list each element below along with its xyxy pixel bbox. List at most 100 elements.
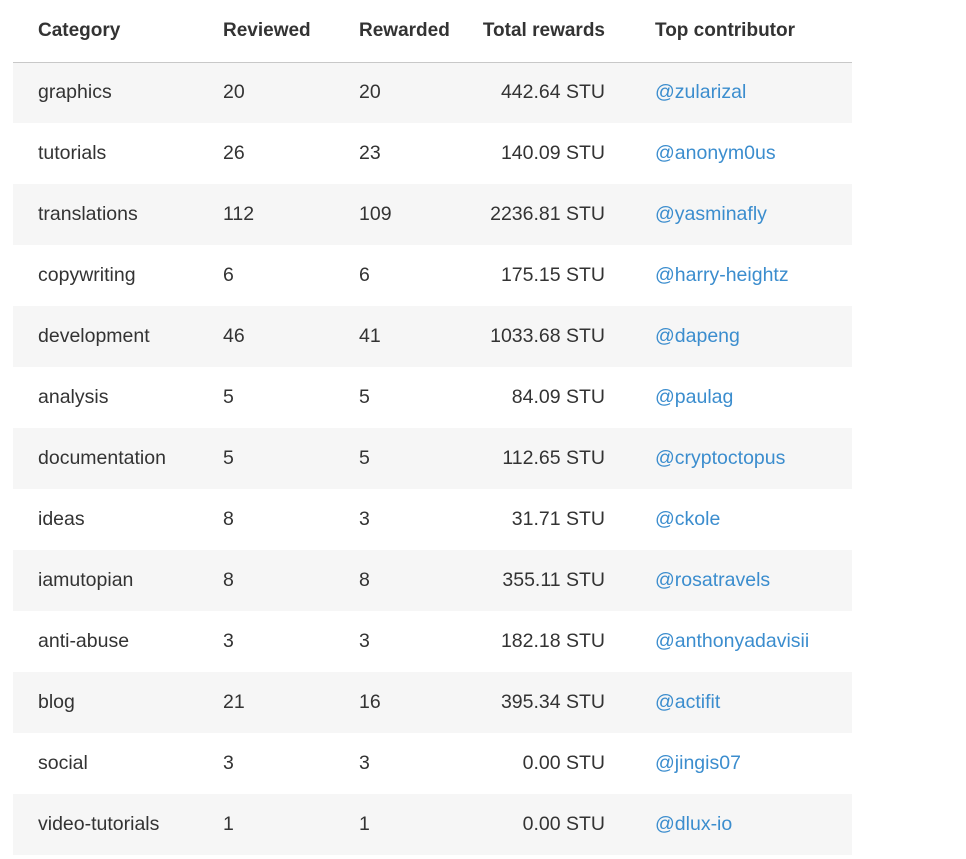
cell-category: video-tutorials — [13, 794, 198, 855]
cell-category: graphics — [13, 62, 198, 123]
cell-rewarded: 1 — [334, 794, 452, 855]
cell-category: development — [13, 306, 198, 367]
table-body: graphics 20 20 442.64 STU @zularizal tutorial… — [13, 62, 852, 855]
contributor-link[interactable]: @yasminafly — [655, 203, 767, 225]
header-reviewed: Reviewed — [198, 0, 334, 63]
cell-top-contributor: @paulag — [625, 367, 852, 428]
table-row: video-tutorials 1 1 0.00 STU @dlux-io — [13, 794, 852, 855]
cell-rewarded: 3 — [334, 733, 452, 794]
cell-rewarded: 5 — [334, 428, 452, 489]
cell-category: iamutopian — [13, 550, 198, 611]
cell-category: ideas — [13, 489, 198, 550]
cell-total-rewards: 355.11 STU — [452, 550, 625, 611]
table-row: blog 21 16 395.34 STU @actifit — [13, 672, 852, 733]
cell-top-contributor: @jingis07 — [625, 733, 852, 794]
table-row: documentation 5 5 112.65 STU @cryptoctopus — [13, 428, 852, 489]
cell-total-rewards: 84.09 STU — [452, 367, 625, 428]
cell-rewarded: 5 — [334, 367, 452, 428]
cell-category: blog — [13, 672, 198, 733]
contributor-link[interactable]: @anthonyadavisii — [655, 630, 809, 652]
cell-rewarded: 23 — [334, 123, 452, 184]
cell-reviewed: 8 — [198, 489, 334, 550]
cell-rewarded: 20 — [334, 62, 452, 123]
cell-category: copywriting — [13, 245, 198, 306]
cell-rewarded: 3 — [334, 611, 452, 672]
cell-top-contributor: @anonym0us — [625, 123, 852, 184]
cell-rewarded: 8 — [334, 550, 452, 611]
contributor-link[interactable]: @jingis07 — [655, 752, 741, 774]
cell-total-rewards: 140.09 STU — [452, 123, 625, 184]
header-total-rewards: Total rewards — [452, 0, 625, 63]
cell-top-contributor: @yasminafly — [625, 184, 852, 245]
table-row: social 3 3 0.00 STU @jingis07 — [13, 733, 852, 794]
contributor-link[interactable]: @actifit — [655, 691, 720, 713]
cell-total-rewards: 1033.68 STU — [452, 306, 625, 367]
cell-rewarded: 41 — [334, 306, 452, 367]
cell-reviewed: 3 — [198, 611, 334, 672]
cell-reviewed: 21 — [198, 672, 334, 733]
cell-top-contributor: @harry-heightz — [625, 245, 852, 306]
contributor-link[interactable]: @cryptoctopus — [655, 447, 785, 469]
header-rewarded: Rewarded — [334, 0, 452, 63]
contributor-link[interactable]: @ckole — [655, 508, 720, 530]
cell-reviewed: 6 — [198, 245, 334, 306]
cell-reviewed: 46 — [198, 306, 334, 367]
table-row: translations 112 109 2236.81 STU @yasminafly — [13, 184, 852, 245]
cell-category: analysis — [13, 367, 198, 428]
table-row: tutorials 26 23 140.09 STU @anonym0us — [13, 123, 852, 184]
category-stats-table: Category Reviewed Rewarded Total rewards… — [13, 0, 852, 855]
table-row: ideas 8 3 31.71 STU @ckole — [13, 489, 852, 550]
table-row: development 46 41 1033.68 STU @dapeng — [13, 306, 852, 367]
contributor-link[interactable]: @dapeng — [655, 325, 740, 347]
table-row: analysis 5 5 84.09 STU @paulag — [13, 367, 852, 428]
cell-total-rewards: 395.34 STU — [452, 672, 625, 733]
table-row: anti-abuse 3 3 182.18 STU @anthonyadavisii — [13, 611, 852, 672]
cell-rewarded: 109 — [334, 184, 452, 245]
cell-total-rewards: 2236.81 STU — [452, 184, 625, 245]
cell-reviewed: 5 — [198, 428, 334, 489]
contributor-link[interactable]: @zularizal — [655, 81, 746, 103]
contributor-link[interactable]: @rosatravels — [655, 569, 770, 591]
cell-rewarded: 16 — [334, 672, 452, 733]
cell-reviewed: 3 — [198, 733, 334, 794]
contributor-link[interactable]: @paulag — [655, 386, 733, 408]
cell-top-contributor: @dapeng — [625, 306, 852, 367]
cell-total-rewards: 182.18 STU — [452, 611, 625, 672]
header-top-contributor: Top contributor — [625, 0, 852, 63]
cell-top-contributor: @zularizal — [625, 62, 852, 123]
header-row: Category Reviewed Rewarded Total rewards… — [13, 0, 852, 63]
cell-reviewed: 1 — [198, 794, 334, 855]
cell-total-rewards: 112.65 STU — [452, 428, 625, 489]
cell-reviewed: 26 — [198, 123, 334, 184]
contributor-link[interactable]: @harry-heightz — [655, 264, 789, 286]
cell-category: translations — [13, 184, 198, 245]
cell-total-rewards: 442.64 STU — [452, 62, 625, 123]
cell-category: tutorials — [13, 123, 198, 184]
cell-top-contributor: @dlux-io — [625, 794, 852, 855]
cell-top-contributor: @actifit — [625, 672, 852, 733]
cell-category: documentation — [13, 428, 198, 489]
table-row: iamutopian 8 8 355.11 STU @rosatravels — [13, 550, 852, 611]
cell-top-contributor: @anthonyadavisii — [625, 611, 852, 672]
table-row: graphics 20 20 442.64 STU @zularizal — [13, 62, 852, 123]
cell-top-contributor: @cryptoctopus — [625, 428, 852, 489]
cell-total-rewards: 175.15 STU — [452, 245, 625, 306]
cell-total-rewards: 0.00 STU — [452, 794, 625, 855]
cell-top-contributor: @ckole — [625, 489, 852, 550]
cell-category: social — [13, 733, 198, 794]
cell-reviewed: 112 — [198, 184, 334, 245]
cell-rewarded: 3 — [334, 489, 452, 550]
contributor-link[interactable]: @dlux-io — [655, 813, 732, 835]
cell-reviewed: 5 — [198, 367, 334, 428]
cell-total-rewards: 0.00 STU — [452, 733, 625, 794]
category-stats-table-container: Category Reviewed Rewarded Total rewards… — [13, 0, 852, 855]
cell-top-contributor: @rosatravels — [625, 550, 852, 611]
table-row: copywriting 6 6 175.15 STU @harry-heightz — [13, 245, 852, 306]
cell-reviewed: 8 — [198, 550, 334, 611]
header-category: Category — [13, 0, 198, 63]
contributor-link[interactable]: @anonym0us — [655, 142, 776, 164]
cell-category: anti-abuse — [13, 611, 198, 672]
table-header: Category Reviewed Rewarded Total rewards… — [13, 0, 852, 63]
cell-rewarded: 6 — [334, 245, 452, 306]
cell-reviewed: 20 — [198, 62, 334, 123]
